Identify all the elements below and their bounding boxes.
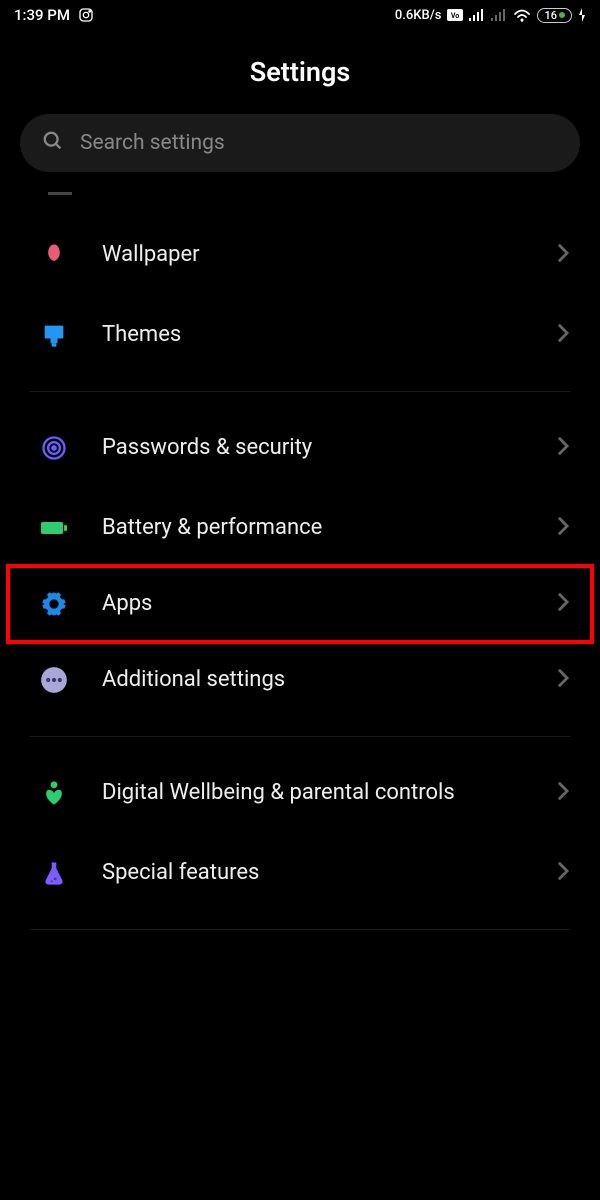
item-label: Battery & performance xyxy=(102,514,524,543)
search-icon xyxy=(42,130,64,156)
highlight-apps: Apps xyxy=(6,564,594,644)
settings-list: Wallpaper Themes Passwords & security Ba… xyxy=(0,215,600,930)
themes-icon xyxy=(38,319,70,351)
gear-icon xyxy=(38,588,70,620)
fingerprint-icon xyxy=(38,432,70,464)
settings-item-wallpaper[interactable]: Wallpaper xyxy=(0,215,600,295)
search-input[interactable]: Search settings xyxy=(20,114,580,172)
wallpaper-icon xyxy=(38,239,70,271)
wifi-icon xyxy=(513,8,531,22)
item-label: Special features xyxy=(102,859,524,888)
settings-item-wellbeing[interactable]: Digital Wellbeing & parental controls xyxy=(0,753,600,833)
item-label: Themes xyxy=(102,321,524,350)
item-label: Apps xyxy=(102,590,524,619)
scroll-stub xyxy=(48,192,72,195)
item-label: Digital Wellbeing & parental controls xyxy=(102,779,524,808)
settings-item-apps[interactable]: Apps xyxy=(10,568,590,640)
chevron-right-icon xyxy=(556,667,570,693)
page-title: Settings xyxy=(0,30,600,114)
settings-item-themes[interactable]: Themes xyxy=(0,295,600,375)
volte-icon: Vo xyxy=(447,9,463,21)
divider xyxy=(30,929,570,930)
chevron-right-icon xyxy=(556,860,570,886)
network-speed: 0.6KB/s xyxy=(395,8,442,23)
wellbeing-icon xyxy=(38,777,70,809)
status-time: 1:39 PM xyxy=(14,6,70,24)
chevron-right-icon xyxy=(556,780,570,806)
divider xyxy=(30,736,570,737)
svg-text:Vo: Vo xyxy=(451,12,459,20)
item-label: Passwords & security xyxy=(102,434,524,463)
battery-indicator: 16 xyxy=(537,8,572,23)
flask-icon xyxy=(38,857,70,889)
divider xyxy=(30,391,570,392)
item-label: Wallpaper xyxy=(102,241,524,270)
signal-icon-2 xyxy=(491,9,507,21)
instagram-icon xyxy=(78,7,94,23)
chevron-right-icon xyxy=(556,322,570,348)
charging-icon xyxy=(578,8,586,22)
settings-item-additional[interactable]: Additional settings xyxy=(0,640,600,720)
settings-item-special[interactable]: Special features xyxy=(0,833,600,913)
chevron-right-icon xyxy=(556,591,570,617)
settings-item-passwords[interactable]: Passwords & security xyxy=(0,408,600,488)
chevron-right-icon xyxy=(556,515,570,541)
chevron-right-icon xyxy=(556,242,570,268)
battery-icon xyxy=(38,512,70,544)
chevron-right-icon xyxy=(556,435,570,461)
settings-item-battery[interactable]: Battery & performance xyxy=(0,488,600,568)
item-label: Additional settings xyxy=(102,666,524,695)
search-placeholder: Search settings xyxy=(80,131,225,155)
signal-icon xyxy=(469,9,485,21)
dots-icon xyxy=(38,664,70,696)
status-bar: 1:39 PM 0.6KB/s Vo 16 xyxy=(0,0,600,30)
